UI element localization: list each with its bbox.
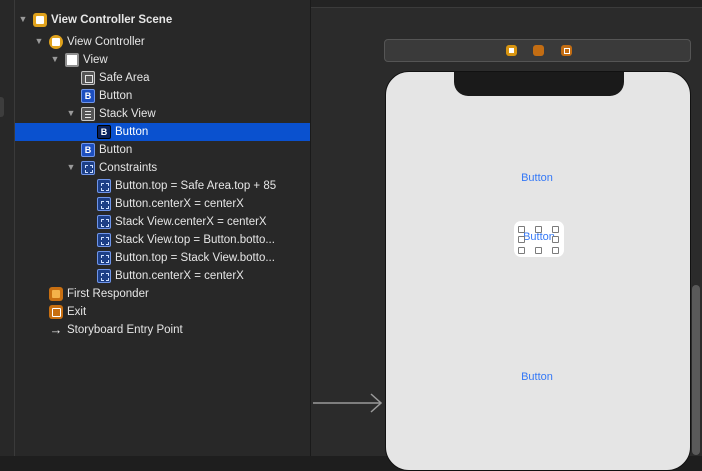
constraint-icon	[97, 179, 111, 193]
button-icon: B	[81, 143, 95, 157]
outline-row-button[interactable]: B Button	[15, 87, 310, 105]
storyboard-canvas[interactable]: Button Button Button	[311, 0, 702, 471]
outline-label: Button	[99, 90, 133, 102]
view-controller-icon[interactable]	[506, 45, 517, 56]
outline-row-safe-area[interactable]: Safe Area	[15, 69, 310, 87]
constraint-icon	[97, 269, 111, 283]
outline-label: Stack View.top = Button.botto...	[115, 234, 275, 246]
resize-handle[interactable]	[518, 247, 525, 254]
outline-row-stack-view[interactable]: ▼ Stack View	[15, 105, 310, 123]
outline-row-constraint[interactable]: Button.top = Stack View.botto...	[15, 249, 310, 267]
resize-handle[interactable]	[518, 236, 525, 243]
constraint-icon	[97, 233, 111, 247]
outline-row-constraints[interactable]: ▼ Constraints	[15, 159, 310, 177]
outline-row-view[interactable]: ▼ View	[15, 51, 310, 69]
resize-handle[interactable]	[535, 226, 542, 233]
outline-label: Button.centerX = centerX	[115, 270, 244, 282]
stack-view[interactable]: Button	[514, 221, 564, 257]
outline-label: Exit	[67, 306, 87, 318]
constraints-icon	[81, 161, 95, 175]
scene-icon	[33, 13, 47, 27]
vertical-scrollbar[interactable]	[692, 285, 700, 455]
safe-area-icon	[81, 71, 95, 85]
storyboard-entry-arrow-icon[interactable]	[311, 393, 385, 413]
outline-row-constraint[interactable]: Button.centerX = centerX	[15, 267, 310, 285]
disclosure-down-icon[interactable]: ▼	[18, 14, 28, 24]
gutter-handle[interactable]	[0, 97, 4, 117]
outline-label: Storyboard Entry Point	[67, 324, 183, 336]
bottom-button[interactable]: Button	[507, 371, 567, 383]
exit-icon[interactable]	[561, 45, 572, 56]
outline-label: View Controller Scene	[51, 14, 173, 26]
button-icon: B	[81, 89, 95, 103]
constraint-icon	[97, 251, 111, 265]
outline-label: Safe Area	[99, 72, 150, 84]
exit-icon	[49, 305, 63, 319]
scene-dock[interactable]	[384, 39, 691, 62]
view-controller-icon	[49, 35, 63, 49]
outline-label: Stack View	[99, 108, 156, 120]
resize-handle[interactable]	[552, 247, 559, 254]
outline-row-stack-button-selected[interactable]: B Button	[15, 123, 310, 141]
top-button[interactable]: Button	[507, 172, 567, 184]
first-responder-icon	[49, 287, 63, 301]
outline-label: View Controller	[67, 36, 145, 48]
outline-label: Constraints	[99, 162, 158, 174]
resize-handle[interactable]	[518, 226, 525, 233]
outline-row-constraint[interactable]: Stack View.centerX = centerX	[15, 213, 310, 231]
entry-point-arrow-icon: →	[49, 322, 63, 337]
resize-handle[interactable]	[552, 226, 559, 233]
constraint-icon	[97, 215, 111, 229]
outline-row-exit[interactable]: Exit	[15, 303, 310, 321]
constraint-icon	[97, 197, 111, 211]
stack-view-icon	[81, 107, 95, 121]
outline-row-button[interactable]: B Button	[15, 141, 310, 159]
outline-label: Button	[115, 126, 149, 138]
button-icon: B	[97, 125, 111, 139]
first-responder-icon[interactable]	[533, 45, 544, 56]
outline-label: View	[83, 54, 108, 66]
outline-label: First Responder	[67, 288, 149, 300]
outline-label: Button.top = Safe Area.top + 85	[115, 180, 277, 192]
outline-row-scene[interactable]: ▼ View Controller Scene	[15, 11, 310, 29]
disclosure-down-icon[interactable]: ▼	[66, 108, 76, 118]
resize-handle[interactable]	[535, 247, 542, 254]
outline-row-entry-point[interactable]: → Storyboard Entry Point	[15, 321, 310, 339]
outline-label: Button	[99, 144, 133, 156]
disclosure-down-icon[interactable]: ▼	[66, 162, 76, 172]
outline-label: Stack View.centerX = centerX	[115, 216, 267, 228]
iphone-scene-view[interactable]: Button Button Button	[385, 71, 691, 471]
outline-label: Button.centerX = centerX	[115, 198, 244, 210]
canvas-top-bar	[311, 0, 702, 8]
device-notch	[454, 72, 624, 96]
document-outline: ▼ View Controller Scene ▼ View Controlle…	[15, 0, 311, 456]
disclosure-down-icon[interactable]: ▼	[50, 54, 60, 64]
resize-handle[interactable]	[552, 236, 559, 243]
outline-row-view-controller[interactable]: ▼ View Controller	[15, 33, 310, 51]
view-icon	[65, 53, 79, 67]
outline-row-first-responder[interactable]: First Responder	[15, 285, 310, 303]
outline-row-constraint[interactable]: Button.top = Safe Area.top + 85	[15, 177, 310, 195]
outline-row-constraint[interactable]: Button.centerX = centerX	[15, 195, 310, 213]
left-gutter	[0, 0, 15, 456]
outline-label: Button.top = Stack View.botto...	[115, 252, 275, 264]
disclosure-down-icon[interactable]: ▼	[34, 36, 44, 46]
outline-row-constraint[interactable]: Stack View.top = Button.botto...	[15, 231, 310, 249]
